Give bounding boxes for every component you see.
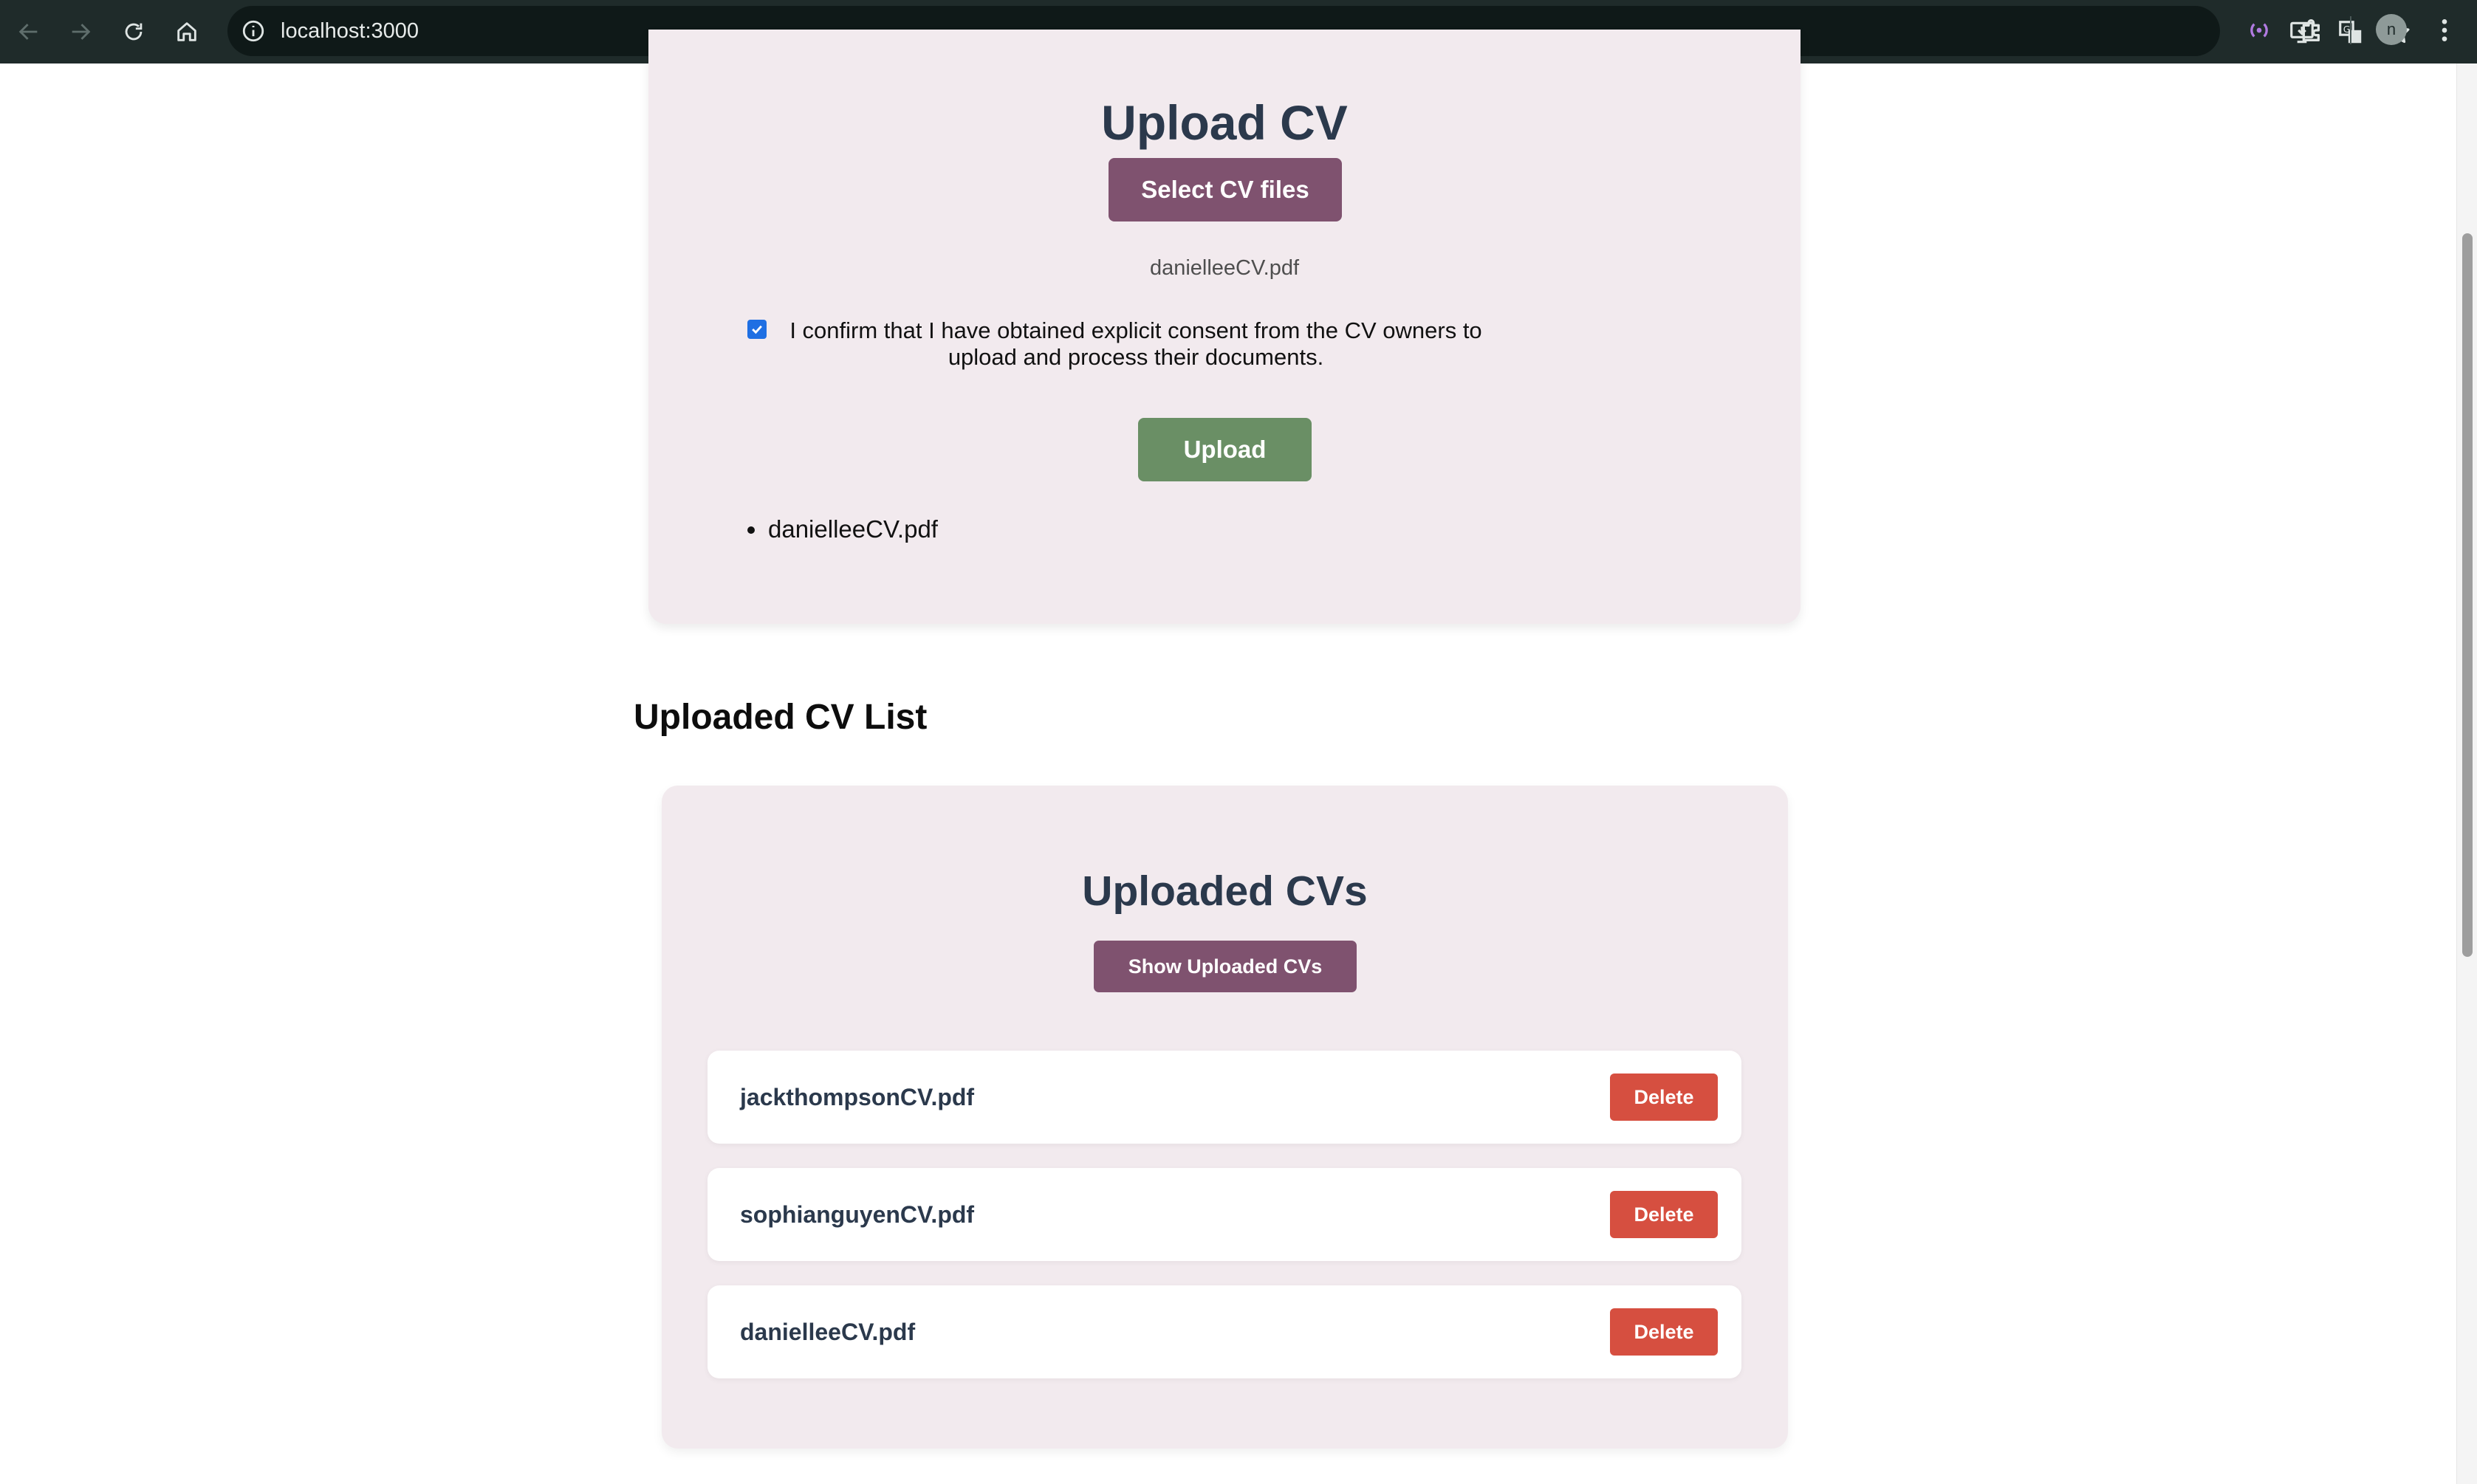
delete-button[interactable]: Delete bbox=[1610, 1191, 1718, 1238]
forward-icon[interactable] bbox=[62, 13, 99, 50]
selected-file-name: danielleeCV.pdf bbox=[1149, 256, 1300, 280]
cv-file-name: danielleeCV.pdf bbox=[740, 1319, 916, 1345]
cv-file-name: sophianguyenCV.pdf bbox=[740, 1201, 975, 1228]
upload-cv-card: Upload CV Select CV files danielleeCV.pd… bbox=[648, 30, 1801, 624]
site-info-icon[interactable] bbox=[241, 18, 266, 44]
uploaded-cvs-card: Uploaded CVs Show Uploaded CVs jackthomp… bbox=[662, 786, 1788, 1449]
upload-cv-title: Upload CV bbox=[1101, 95, 1348, 150]
delete-button[interactable]: Delete bbox=[1610, 1074, 1718, 1121]
cv-row: danielleeCV.pdf Delete bbox=[708, 1285, 1741, 1378]
consent-checkbox[interactable] bbox=[747, 320, 767, 339]
cv-row: jackthompsonCV.pdf Delete bbox=[708, 1051, 1741, 1144]
upload-button[interactable]: Upload bbox=[1138, 418, 1312, 481]
home-icon[interactable] bbox=[168, 13, 205, 50]
profile-avatar[interactable]: n bbox=[2376, 14, 2407, 45]
scrollbar-thumb[interactable] bbox=[2462, 233, 2473, 957]
checkmark-icon bbox=[752, 325, 762, 334]
show-uploaded-cvs-button[interactable]: Show Uploaded CVs bbox=[1094, 941, 1357, 992]
uploaded-cv-list-heading: Uploaded CV List bbox=[634, 698, 928, 737]
queued-file-list: danielleeCV.pdf bbox=[747, 515, 938, 543]
reload-icon[interactable] bbox=[115, 13, 152, 50]
url-text[interactable]: localhost:3000 bbox=[281, 6, 419, 56]
cv-row: sophianguyenCV.pdf Delete bbox=[708, 1168, 1741, 1261]
menu-kebab-icon[interactable] bbox=[2430, 16, 2459, 45]
toolbar-divider bbox=[2350, 16, 2351, 44]
list-item: danielleeCV.pdf bbox=[747, 515, 938, 543]
extension-media-icon[interactable] bbox=[2244, 16, 2274, 45]
uploaded-cvs-title: Uploaded CVs bbox=[1082, 868, 1368, 915]
select-cv-files-button[interactable]: Select CV files bbox=[1109, 158, 1342, 221]
back-icon[interactable] bbox=[10, 13, 47, 50]
consent-label: I confirm that I have obtained explicit … bbox=[789, 317, 1482, 370]
extensions-puzzle-icon[interactable] bbox=[2298, 16, 2327, 45]
page-scrollbar[interactable] bbox=[2456, 63, 2477, 1484]
delete-button[interactable]: Delete bbox=[1610, 1308, 1718, 1356]
cv-file-name: jackthompsonCV.pdf bbox=[740, 1084, 975, 1110]
